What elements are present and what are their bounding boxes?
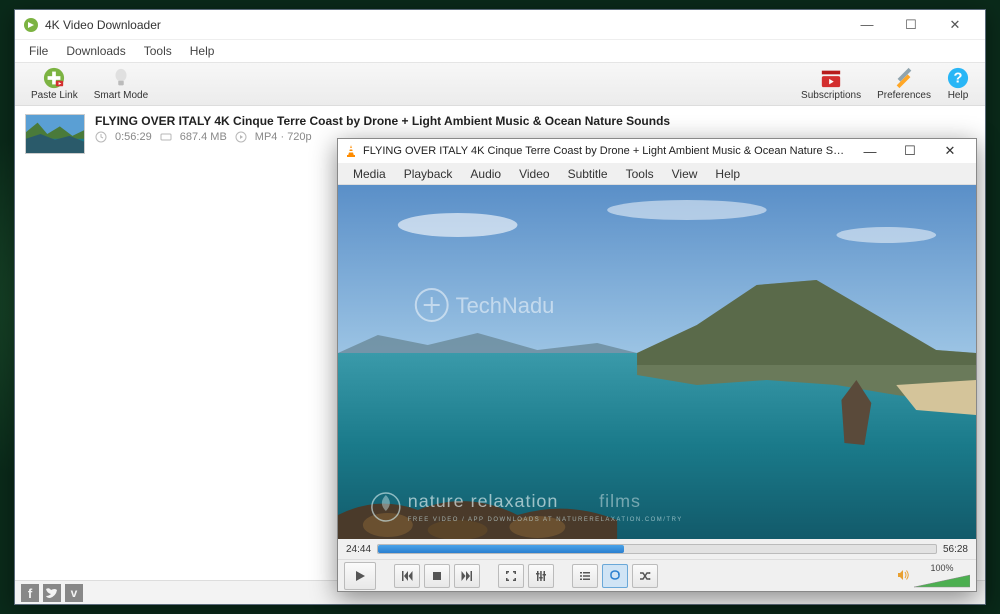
vlc-menu-help[interactable]: Help [706, 165, 749, 183]
svg-text:?: ? [954, 71, 963, 87]
video-thumbnail [25, 114, 85, 154]
prev-button[interactable] [394, 564, 420, 588]
vlc-window-controls: — ☐ ✕ [850, 140, 970, 162]
svg-text:v: v [71, 586, 78, 600]
plus-icon [43, 67, 65, 89]
next-button[interactable] [454, 564, 480, 588]
vlc-controls: 100% [338, 559, 976, 591]
video-viewport[interactable]: TechNadu nature relaxation films FREE VI… [338, 185, 976, 539]
app-icon [23, 17, 39, 33]
time-current: 24:44 [346, 544, 371, 555]
format-value: MP4 · 720p [255, 131, 312, 143]
app-window-vlc: FLYING OVER ITALY 4K Cinque Terre Coast … [337, 138, 977, 592]
paste-link-button[interactable]: Paste Link [23, 63, 86, 105]
menubar: File Downloads Tools Help [15, 40, 985, 62]
time-total: 56:28 [943, 544, 968, 555]
extended-settings-button[interactable] [528, 564, 554, 588]
menu-file[interactable]: File [21, 42, 56, 60]
maximize-button[interactable]: ☐ [889, 11, 933, 39]
stop-button[interactable] [424, 564, 450, 588]
facebook-icon[interactable]: f [21, 584, 39, 602]
play-icon [235, 131, 247, 143]
shuffle-button[interactable] [632, 564, 658, 588]
bulb-icon [110, 67, 132, 89]
loop-button[interactable] [602, 564, 628, 588]
vlc-menubar: Media Playback Audio Video Subtitle Tool… [338, 163, 976, 185]
clock-icon [95, 131, 107, 143]
preferences-button[interactable]: Preferences [869, 63, 939, 105]
smart-mode-label: Smart Mode [94, 90, 148, 101]
preferences-label: Preferences [877, 90, 931, 101]
vimeo-icon[interactable]: v [65, 584, 83, 602]
vlc-menu-video[interactable]: Video [510, 165, 558, 183]
play-button[interactable] [344, 562, 376, 590]
watermark-technadu: TechNadu [456, 293, 555, 318]
vlc-menu-playback[interactable]: Playback [395, 165, 462, 183]
twitter-icon[interactable] [43, 584, 61, 602]
download-title: FLYING OVER ITALY 4K Cinque Terre Coast … [95, 114, 975, 128]
subscriptions-icon [820, 67, 842, 89]
menu-downloads[interactable]: Downloads [58, 42, 133, 60]
fullscreen-button[interactable] [498, 564, 524, 588]
seek-progress [378, 545, 623, 553]
svg-text:FREE VIDEO / APP DOWNLOADS AT: FREE VIDEO / APP DOWNLOADS AT NATURERELA… [408, 517, 683, 523]
vlc-menu-tools[interactable]: Tools [617, 165, 663, 183]
seek-slider[interactable] [377, 544, 937, 554]
vlc-menu-media[interactable]: Media [344, 165, 395, 183]
playlist-button[interactable] [572, 564, 598, 588]
help-icon: ? [947, 67, 969, 89]
vlc-cone-icon [344, 144, 358, 158]
svg-text:films: films [599, 491, 641, 511]
help-label: Help [948, 90, 969, 101]
close-button[interactable]: ✕ [933, 11, 977, 39]
duration-value: 0:56:29 [115, 131, 152, 143]
smart-mode-button[interactable]: Smart Mode [86, 63, 156, 105]
vlc-window-title: FLYING OVER ITALY 4K Cinque Terre Coast … [363, 145, 850, 157]
vlc-titlebar: FLYING OVER ITALY 4K Cinque Terre Coast … [338, 139, 976, 163]
window-controls: — ☐ ✕ [845, 11, 977, 39]
volume-control: 100% [896, 563, 970, 589]
svg-text:f: f [28, 586, 33, 601]
menu-tools[interactable]: Tools [136, 42, 180, 60]
titlebar: 4K Video Downloader — ☐ ✕ [15, 10, 985, 40]
volume-slider[interactable] [914, 573, 970, 589]
vlc-maximize-button[interactable]: ☐ [890, 140, 930, 162]
vlc-seekbar-row: 24:44 56:28 [338, 539, 976, 559]
tools-icon [893, 67, 915, 89]
speaker-icon[interactable] [896, 568, 910, 584]
vlc-close-button[interactable]: ✕ [930, 140, 970, 162]
menu-help[interactable]: Help [182, 42, 223, 60]
svg-text:nature relaxation: nature relaxation [408, 491, 559, 511]
subscriptions-button[interactable]: Subscriptions [793, 63, 869, 105]
subscriptions-label: Subscriptions [801, 90, 861, 101]
vlc-minimize-button[interactable]: — [850, 140, 890, 162]
vlc-menu-view[interactable]: View [663, 165, 707, 183]
help-button[interactable]: ? Help [939, 63, 977, 105]
window-title: 4K Video Downloader [45, 18, 845, 32]
vlc-menu-subtitle[interactable]: Subtitle [559, 165, 617, 183]
vlc-menu-audio[interactable]: Audio [461, 165, 510, 183]
size-icon [160, 131, 172, 143]
minimize-button[interactable]: — [845, 11, 889, 39]
volume-value: 100% [930, 563, 953, 573]
paste-link-label: Paste Link [31, 90, 78, 101]
size-value: 687.4 MB [180, 131, 227, 143]
toolbar: Paste Link Smart Mode Subscriptions Pref… [15, 62, 985, 106]
